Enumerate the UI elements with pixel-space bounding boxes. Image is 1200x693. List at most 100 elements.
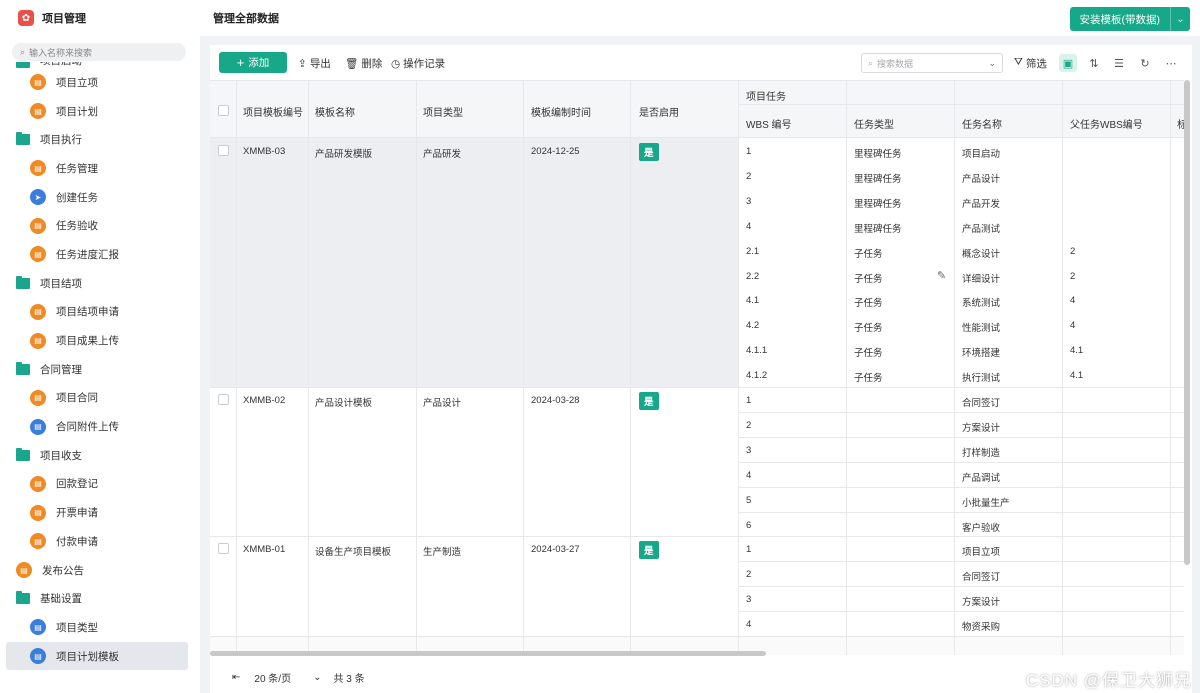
column-header-code[interactable]: 项目模板编号 [243, 104, 303, 119]
install-template-button[interactable]: 安装模板(带数据) [1069, 7, 1170, 31]
task-wbs: 4.2 [746, 320, 760, 332]
task-parent-wbs: 2 [1070, 245, 1076, 257]
task-name: 环境搭建 [962, 348, 1001, 360]
sidebar-item[interactable]: ▤ 任务管理 [0, 154, 200, 183]
column-header-type[interactable]: 项目类型 [423, 104, 463, 119]
column-header-task_type[interactable]: 任务类型 [854, 116, 894, 131]
row-checkbox[interactable] [218, 145, 229, 156]
sidebar-item[interactable]: ▤ 项目计划模板 [6, 641, 188, 671]
edit-pencil-icon[interactable]: ✎ [937, 269, 946, 282]
sidebar-item[interactable]: ➤ 创建任务 [0, 183, 200, 212]
task-parent-wbs: 4.1 [1070, 370, 1084, 382]
filter-button[interactable]: ⛛ 筛选 [1014, 56, 1047, 71]
toolbar: + 添加 ⇪ 导出 🗑 删除 ◷ 操作记录 ⌕ 搜索数据 ⌄ ⛛ 筛选 ▣ ⇅ ☰ ↻ … [210, 45, 1192, 80]
delete-label: 删除 [361, 58, 383, 70]
folder-icon [16, 132, 30, 146]
clock-icon: ◷ [391, 57, 401, 70]
task-wbs: 3 [746, 594, 752, 606]
chevron-down-icon[interactable]: ⌄ [313, 672, 321, 683]
sidebar-item[interactable]: ▤ 回款登记 [0, 470, 200, 499]
document-orange-icon: ▤ [30, 103, 46, 120]
sidebar-item[interactable]: 合同管理 [0, 355, 200, 384]
task-type: 里程碑任务 [854, 223, 902, 235]
task-type: 子任务 [854, 373, 883, 385]
column-divider [236, 80, 237, 655]
sort-icon[interactable]: ⇅ [1085, 54, 1103, 72]
sidebar-item-label: 项目成果上传 [56, 335, 119, 348]
subtable-row-bg [738, 212, 1184, 238]
document-orange-icon: ▤ [30, 246, 46, 263]
sidebar-item[interactable]: 基础设置 [0, 584, 200, 613]
row-checkbox[interactable] [218, 394, 229, 405]
add-label: 添加 [248, 57, 270, 69]
folder-icon [16, 62, 30, 68]
folder-icon [16, 361, 30, 375]
document-blue-icon: ➤ [30, 189, 46, 206]
sidebar-search-input[interactable]: ⌕ 输入名称来搜索 [12, 43, 186, 61]
refresh-icon[interactable]: ↻ [1136, 54, 1154, 72]
task-type: 里程碑任务 [854, 198, 902, 210]
sidebar-item[interactable]: ▤ 合同附件上传 [0, 412, 200, 441]
chevron-down-icon[interactable]: ⌄ [988, 58, 996, 69]
task-row-divider [738, 461, 1184, 463]
row-project-type: 产品设计 [423, 398, 462, 409]
task-name: 小批量生产 [962, 497, 1010, 509]
row-project-type: 生产制造 [423, 547, 462, 559]
sidebar-item[interactable]: ▤ 项目合同 [0, 384, 200, 413]
sidebar-item[interactable]: ▤ 发布公告 [0, 556, 200, 585]
page-size-select[interactable]: 20 条/页 [254, 670, 291, 685]
column-header-parent_wbs[interactable]: 父任务WBS编号 [1070, 116, 1143, 131]
task-wbs: 1 [746, 544, 752, 556]
sidebar-item[interactable]: ▤ 项目成果上传 [0, 326, 200, 355]
more-icon[interactable]: ⋯ [1162, 54, 1180, 72]
sidebar-item-label: 项目立项 [56, 76, 98, 89]
list-settings-icon[interactable]: ☰ [1110, 54, 1128, 72]
log-button[interactable]: ◷ 操作记录 [391, 56, 445, 71]
select-all-checkbox[interactable] [218, 105, 229, 116]
sidebar-item-label: 任务管理 [56, 162, 98, 175]
sidebar-item[interactable]: ▤ 开票申请 [0, 498, 200, 527]
column-header-name[interactable]: 模板名称 [315, 104, 355, 119]
column-header-enabled[interactable]: 是否启用 [639, 104, 679, 119]
vertical-scrollbar[interactable] [1184, 80, 1190, 565]
sidebar-item[interactable]: ▤ 付款申请 [0, 527, 200, 556]
task-type: 子任务 [854, 298, 883, 310]
task-wbs: 1 [746, 146, 752, 157]
document-orange-icon: ▤ [30, 389, 46, 406]
pagination-icon[interactable]: ⇤ [232, 672, 240, 683]
row-date: 2024-03-28 [531, 395, 580, 406]
column-header-extra[interactable]: 标 [1177, 116, 1184, 131]
enabled-badge: 是 [639, 392, 659, 410]
export-button[interactable]: ⇪ 导出 [298, 56, 331, 71]
sidebar-item[interactable]: ▤ 项目立项 [0, 68, 200, 97]
column-header-wbs[interactable]: WBS 编号 [746, 116, 792, 131]
sidebar-item-label: 合同管理 [40, 363, 82, 376]
task-name: 性能测试 [962, 323, 1001, 335]
sidebar-item[interactable]: 项目执行 [0, 125, 200, 154]
sidebar-item[interactable]: ▤ 项目计划 [0, 97, 200, 126]
column-header-date[interactable]: 模板编制时间 [531, 104, 591, 119]
add-button[interactable]: + 添加 [219, 52, 287, 73]
task-name: 执行测试 [962, 373, 1001, 385]
sidebar-item-label: 项目结项申请 [56, 306, 119, 319]
data-search-input[interactable]: ⌕ 搜索数据 ⌄ [861, 53, 1003, 73]
row-checkbox[interactable] [218, 543, 229, 555]
sidebar-item[interactable]: 项目结项 [0, 269, 200, 298]
delete-button[interactable]: 🗑 删除 [345, 56, 382, 71]
task-type: 子任务 [854, 273, 883, 285]
folder-icon [16, 591, 30, 605]
task-name: 合同签订 [962, 398, 1001, 409]
sidebar-item-label: 项目计划 [56, 105, 98, 118]
column-header-task_name[interactable]: 任务名称 [962, 116, 1002, 131]
header-divider [738, 104, 1184, 105]
chevron-down-icon[interactable]: ⌄ [1170, 7, 1190, 31]
card-view-icon[interactable]: ▣ [1059, 54, 1077, 72]
sidebar-item[interactable]: ▤ 任务进度汇报 [0, 240, 200, 269]
sidebar-item[interactable]: ▤ 项目结项申请 [0, 298, 200, 327]
horizontal-scrollbar[interactable] [210, 651, 766, 656]
task-wbs: 6 [746, 519, 752, 531]
sidebar-item[interactable]: ▤ 项目类型 [0, 613, 200, 642]
enabled-badge: 是 [639, 541, 659, 560]
sidebar-item[interactable]: ▤ 任务验收 [0, 211, 200, 240]
sidebar-item[interactable]: 项目收支 [0, 441, 200, 470]
